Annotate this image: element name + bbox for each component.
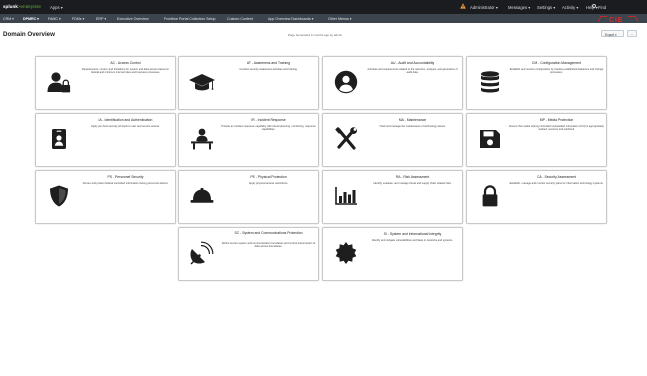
brand-sub: >enterprise: [17, 4, 41, 9]
panel-title: AC - Access Control: [110, 60, 141, 65]
panel-title: PE - Physical Protection: [250, 174, 287, 179]
panel-title: SI - System and Informational Integrity: [383, 231, 442, 236]
panel-title: CM - Configuration Management: [531, 60, 582, 65]
panel-cm[interactable]: CM - Configuration Management Establish …: [466, 56, 607, 110]
more-actions-button[interactable]: ...: [627, 30, 637, 37]
panel-description: Provide an incident response capability …: [221, 124, 316, 131]
gear-badge-icon: [335, 242, 357, 264]
shield-icon: [50, 185, 68, 207]
panel-ac[interactable]: AC - Access Control Requirements, contro…: [35, 56, 176, 110]
brand-name: splunk: [3, 4, 18, 9]
tools-icon: [335, 127, 357, 150]
nav-item-crm[interactable]: CRM ▾: [3, 17, 14, 21]
panel-title: RA - Risk Assessment: [395, 174, 430, 179]
panel-description: Screen and protect federal controlled in…: [82, 181, 169, 185]
nav-item-fdms[interactable]: FDMs ▾: [72, 17, 84, 21]
panel-description: Apply per-host security principle to use…: [91, 124, 160, 128]
top-bar: splunk>enterprise Apps ▾ Administrator ▾…: [0, 0, 647, 14]
panel-title: CA - Security Assessment: [536, 174, 576, 179]
panel-ca[interactable]: CA - Security Assessment Establish, mana…: [466, 170, 607, 224]
administrator-menu[interactable]: Administrator ▾: [470, 5, 498, 10]
panel-title: SC - System and Communications Protectio…: [234, 230, 303, 235]
apps-menu[interactable]: Apps ▾: [50, 5, 63, 10]
panel-pe[interactable]: PE - Physical Protection Apply physical …: [178, 170, 319, 224]
export-button[interactable]: Export ▾: [601, 30, 624, 37]
satellite-dish-icon: [190, 241, 214, 265]
panel-title: IA - Identification and Authentication: [98, 117, 153, 122]
nav-item-other-menus[interactable]: Other Menus ▾: [328, 17, 352, 21]
user-lock-icon: [47, 72, 71, 93]
panel-ir[interactable]: IR - Incident Response Provide an incide…: [178, 113, 319, 167]
incident-response-icon: [191, 128, 213, 150]
panel-ps[interactable]: PS - Personnel Security Screen and prote…: [35, 170, 176, 224]
panel-au[interactable]: AU - Audit and Accountability Activities…: [322, 56, 463, 110]
nav-item-executive-overview[interactable]: Executive Overview: [117, 17, 149, 21]
panel-title: IR - Incident Response: [251, 117, 286, 122]
panel-description: Establish, manage and monitor security p…: [509, 181, 604, 185]
padlock-icon: [482, 185, 498, 207]
panel-title: AU - Audit and Accountability: [390, 60, 435, 65]
panel-ma[interactable]: MA - Maintenance Track and manage the ma…: [322, 113, 463, 167]
panel-mp[interactable]: MP - Media Protection Ensure that media …: [466, 113, 607, 167]
user-circle-icon: [334, 70, 358, 94]
nav-item-frontline-portal[interactable]: Frontline Portal Collection Setup: [164, 17, 216, 21]
nav-item-custom-content[interactable]: Custom Content: [227, 17, 253, 21]
app-nav-bar: CRM ▾ DPMRC ▾ FAMC ▾ FDMs ▾ ERP ▾ Execut…: [0, 14, 647, 23]
page-title: Domain Overview: [3, 31, 55, 38]
search-icon[interactable]: [592, 4, 596, 8]
panel-description: Requirements, control, and limitations f…: [81, 67, 170, 74]
panel-ia[interactable]: IA - Identification and Authentication A…: [35, 113, 176, 167]
svg-text:CIE: CIE: [609, 15, 623, 23]
panel-si[interactable]: SI - System and Informational Integrity …: [322, 227, 463, 281]
panel-title: PS - Personnel Security: [107, 174, 144, 179]
panel-description: Establish and monitor configuration by t…: [509, 67, 604, 74]
panel-ra[interactable]: RA - Risk Assessment Identify, evaluate,…: [322, 170, 463, 224]
panel-description: Define secure system and communication b…: [221, 241, 316, 248]
panel-description: Ensure that media storing controlled unc…: [509, 124, 604, 131]
id-card-icon: [52, 129, 66, 149]
bar-chart-icon: [335, 187, 357, 205]
find-input[interactable]: Find: [598, 5, 606, 10]
panel-description: Identify, evaluate, and manage threat an…: [373, 181, 452, 185]
activity-menu[interactable]: Activity ▾: [562, 5, 579, 10]
nav-item-famc[interactable]: FAMC ▾: [48, 17, 61, 21]
panel-title: AT - Awareness and Training: [246, 60, 291, 65]
graduation-cap-icon: [189, 74, 215, 91]
panel-title: MA - Maintenance: [398, 117, 427, 122]
floppy-disk-icon: [480, 130, 500, 148]
panel-description: Activities and requirements related to t…: [367, 67, 458, 74]
panel-at[interactable]: AT - Awareness and Training Conduct secu…: [178, 56, 319, 110]
nav-item-dpmrc[interactable]: DPMRC ▾: [23, 17, 39, 21]
hard-hat-icon: [190, 188, 214, 203]
splunk-logo[interactable]: splunk>enterprise: [3, 4, 41, 9]
panel-description: Conduct security awareness activities an…: [239, 67, 298, 71]
nav-item-app-overview[interactable]: App Overview Dashboards ▾: [268, 17, 314, 21]
panel-description: Apply physical access restrictions.: [248, 181, 289, 185]
generated-note: Page Generated 9 months ago by admin: [288, 33, 343, 37]
warning-icon[interactable]: [460, 3, 466, 9]
panel-description: Identify and mitigate vulnerabilities an…: [371, 238, 454, 242]
nav-item-erp[interactable]: ERP ▾: [96, 17, 106, 21]
cie-logo: CIE: [597, 15, 639, 23]
panel-title: MP - Media Protection: [539, 117, 574, 122]
settings-menu[interactable]: Settings ▾: [537, 5, 555, 10]
panel-description: Track and manage the maintenance of tech…: [379, 124, 446, 128]
database-icon: [481, 71, 499, 93]
panel-sc[interactable]: SC - System and Communications Protectio…: [178, 227, 319, 281]
messages-menu[interactable]: Messages ▾: [508, 5, 530, 10]
